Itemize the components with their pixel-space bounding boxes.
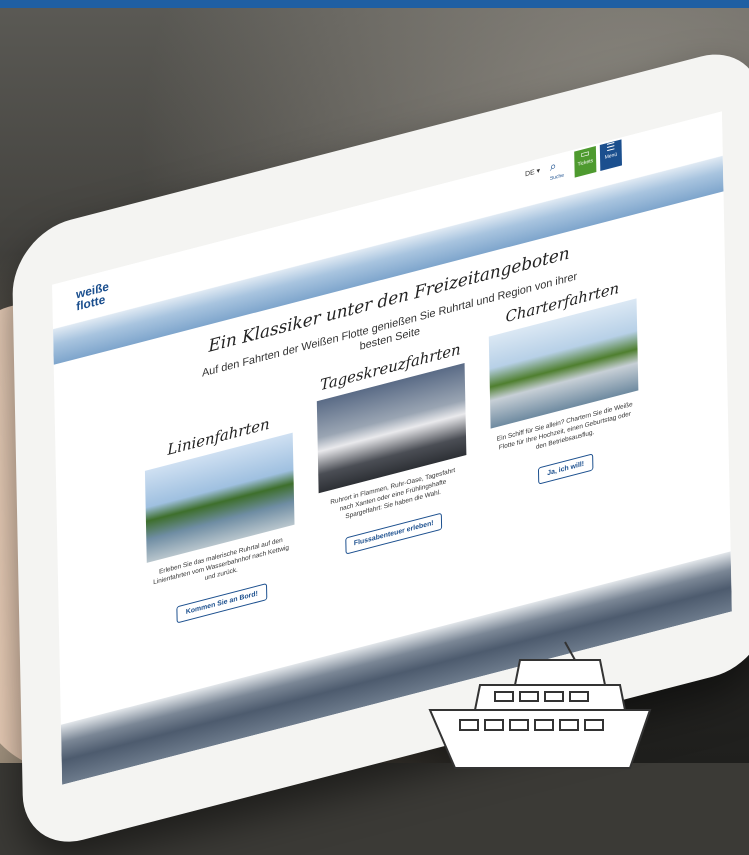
menu-label: Menü — [600, 150, 622, 162]
cta-button[interactable]: Kommen Sie an Bord! — [177, 583, 267, 623]
card-linienfahrten: Linienfahrten Erleben Sie das malerische… — [144, 409, 295, 631]
card-tageskreuzfahrten: Tageskreuzfahrten Ruhrort in Flammen, Ru… — [316, 339, 467, 561]
tickets-label: Tickets — [574, 157, 596, 169]
card-charterfahrten: Charterfahrten Ein Schiff für Sie allein… — [488, 274, 639, 496]
cta-button[interactable]: Ja, ich will! — [538, 453, 593, 484]
menu-button[interactable]: ☰ Menü — [600, 139, 622, 171]
cta-button[interactable]: Flussabenteuer erleben! — [345, 512, 443, 554]
ship-illustration — [400, 640, 670, 770]
language-selector[interactable]: DE ▾ — [525, 167, 540, 179]
search-icon[interactable]: ⌕ — [550, 158, 557, 175]
top-bar — [0, 0, 749, 8]
site-logo[interactable]: weiße flotte — [76, 280, 109, 313]
tickets-button[interactable]: ▭ Tickets — [574, 146, 596, 178]
